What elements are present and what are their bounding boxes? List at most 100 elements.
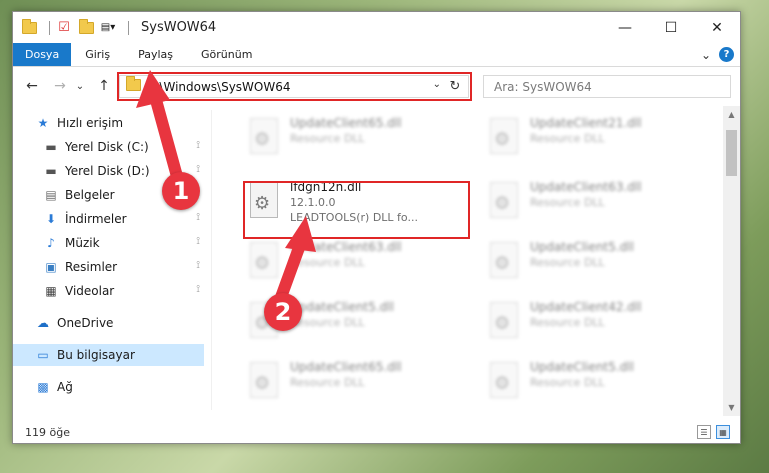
maximize-button[interactable]: ☐ bbox=[648, 12, 694, 43]
file-item[interactable]: ⚙ UpdateClient5.dll Resource DLL bbox=[480, 236, 710, 294]
help-icon[interactable]: ? bbox=[719, 47, 734, 62]
step-2-badge: 2 bbox=[264, 293, 302, 331]
file-description: Resource DLL bbox=[530, 196, 605, 209]
file-name: UpdateClient65.dll bbox=[290, 360, 402, 374]
pin-icon[interactable]: ⟟ bbox=[196, 284, 200, 295]
file-name: UpdateClient65.dll bbox=[290, 116, 402, 130]
window-title: SysWOW64 bbox=[141, 20, 217, 35]
quick-access-toolbar: ☑ ▤▾ bbox=[21, 12, 135, 43]
file-description: Resource DLL bbox=[290, 132, 365, 145]
window-controls: — ☐ ✕ bbox=[602, 12, 740, 43]
toolbar-divider bbox=[128, 20, 129, 35]
tab-file[interactable]: Dosya bbox=[13, 43, 72, 66]
file-text: UpdateClient63.dll Resource DLL bbox=[530, 180, 642, 234]
tab-home[interactable]: Giriş bbox=[71, 43, 124, 66]
scroll-up-icon[interactable]: ▲ bbox=[723, 106, 740, 123]
sidebar-item[interactable]: ★ Hızlı erişim bbox=[13, 112, 204, 134]
file-item[interactable]: ⚙ UpdateClient63.dll Resource DLL bbox=[240, 236, 470, 294]
scroll-down-icon[interactable]: ▼ bbox=[723, 399, 740, 416]
file-text: UpdateClient21.dll Resource DLL bbox=[530, 116, 642, 170]
sidebar-item[interactable]: ▩ Ağ bbox=[13, 376, 204, 398]
address-highlight-box bbox=[117, 72, 472, 101]
tab-view[interactable]: Görünüm bbox=[187, 43, 266, 66]
sidebar-item-label: Yerel Disk (D:) bbox=[65, 164, 150, 178]
gear-icon: ⚙ bbox=[254, 129, 271, 150]
pin-icon[interactable]: ⟟ bbox=[196, 140, 200, 151]
gear-icon: ⚙ bbox=[254, 253, 271, 274]
scroll-thumb[interactable] bbox=[726, 130, 737, 176]
expand-ribbon-icon[interactable]: ⌄ bbox=[701, 48, 711, 62]
pin-icon[interactable]: ⟟ bbox=[196, 164, 200, 175]
close-button[interactable]: ✕ bbox=[694, 12, 740, 43]
documents-icon: ▤ bbox=[45, 188, 57, 202]
properties-check-icon[interactable]: ☑ bbox=[56, 20, 72, 36]
file-name: UpdateClient5.dll bbox=[530, 360, 634, 374]
minimize-button[interactable]: — bbox=[602, 12, 648, 43]
ribbon-right-controls: ⌄ ? bbox=[701, 43, 740, 66]
drive-icon: ▬ bbox=[45, 164, 57, 178]
gear-icon: ⚙ bbox=[494, 253, 511, 274]
file-description: Resource DLL bbox=[290, 256, 365, 269]
sidebar-item[interactable]: ▬ Yerel Disk (C:) ⟟ bbox=[13, 136, 204, 158]
file-highlight-box bbox=[243, 181, 470, 239]
cloud-icon: ☁ bbox=[37, 316, 49, 330]
recent-locations-chevron-icon[interactable]: ⌄ bbox=[73, 75, 87, 97]
drive-icon: ▬ bbox=[45, 140, 57, 154]
folder-icon[interactable] bbox=[21, 18, 37, 36]
sidebar-item-label: Resimler bbox=[65, 260, 118, 274]
up-button[interactable]: ↑ bbox=[93, 75, 115, 97]
dll-file-icon: ⚙ bbox=[486, 362, 522, 406]
file-text: UpdateClient5.dll Resource DLL bbox=[530, 240, 634, 294]
customize-toolbar-icon[interactable]: ▤▾ bbox=[100, 20, 116, 36]
vertical-scrollbar[interactable]: ▲ ▼ bbox=[723, 106, 740, 416]
sidebar-item-label: Videolar bbox=[65, 284, 115, 298]
file-item[interactable]: ⚙ UpdateClient42.dll Resource DLL bbox=[480, 296, 710, 354]
pin-icon[interactable]: ⟟ bbox=[196, 212, 200, 223]
file-item[interactable]: ⚙ UpdateClient5.dll Resource DLL bbox=[480, 356, 710, 414]
sidebar-item[interactable]: ⬇ İndirmeler ⟟ bbox=[13, 208, 204, 230]
tiles-view-icon[interactable]: ▦ bbox=[716, 425, 730, 439]
gear-icon: ⚙ bbox=[494, 313, 511, 334]
ribbon-tabs: Dosya Giriş Paylaş Görünüm ⌄ ? bbox=[13, 43, 740, 67]
pin-icon[interactable]: ⟟ bbox=[196, 260, 200, 271]
file-name: UpdateClient21.dll bbox=[530, 116, 642, 130]
file-item[interactable]: ⚙ UpdateClient63.dll Resource DLL bbox=[480, 176, 710, 234]
view-switcher: ☰ ▦ bbox=[697, 425, 730, 439]
dll-file-icon: ⚙ bbox=[486, 182, 522, 226]
file-text: UpdateClient5.dll Resource DLL bbox=[530, 360, 634, 414]
search-input[interactable]: Ara: SysWOW64 bbox=[483, 75, 731, 98]
dll-file-icon: ⚙ bbox=[486, 242, 522, 286]
gear-icon: ⚙ bbox=[494, 193, 511, 214]
file-text: UpdateClient65.dll Resource DLL bbox=[290, 360, 402, 414]
pane-divider[interactable] bbox=[211, 110, 212, 410]
file-name: UpdateClient5.dll bbox=[290, 300, 394, 314]
dll-file-icon: ⚙ bbox=[486, 302, 522, 346]
network-icon: ▩ bbox=[37, 380, 49, 394]
new-folder-icon[interactable] bbox=[78, 18, 94, 36]
sidebar-item[interactable]: ♪ Müzik ⟟ bbox=[13, 232, 204, 254]
back-button[interactable]: ← bbox=[21, 75, 43, 97]
details-view-icon[interactable]: ☰ bbox=[697, 425, 711, 439]
file-item[interactable]: ⚙ UpdateClient65.dll Resource DLL bbox=[240, 112, 470, 170]
file-list: ⚙ UpdateClient65.dll Resource DLL ⚙ UpdateCl… bbox=[218, 106, 723, 416]
pin-icon[interactable]: ⟟ bbox=[196, 236, 200, 247]
sidebar-item[interactable]: ▭ Bu bilgisayar bbox=[13, 344, 204, 366]
pictures-icon: ▣ bbox=[45, 260, 57, 274]
file-name: UpdateClient63.dll bbox=[530, 180, 642, 194]
file-name: UpdateClient5.dll bbox=[530, 240, 634, 254]
file-description: Resource DLL bbox=[530, 256, 605, 269]
sidebar-item[interactable]: ☁ OneDrive bbox=[13, 312, 204, 334]
step-1-badge: 1 bbox=[162, 172, 200, 210]
computer-icon: ▭ bbox=[37, 348, 49, 362]
sidebar-item[interactable]: ▦ Videolar ⟟ bbox=[13, 280, 204, 302]
dll-file-icon: ⚙ bbox=[486, 118, 522, 162]
file-item[interactable]: ⚙ UpdateClient65.dll Resource DLL bbox=[240, 356, 470, 414]
tab-share[interactable]: Paylaş bbox=[124, 43, 187, 66]
sidebar-item[interactable]: ▣ Resimler ⟟ bbox=[13, 256, 204, 278]
dll-file-icon: ⚙ bbox=[246, 242, 282, 286]
forward-button[interactable]: → bbox=[49, 75, 71, 97]
sidebar-item-label: OneDrive bbox=[57, 316, 114, 330]
file-item[interactable]: ⚙ UpdateClient21.dll Resource DLL bbox=[480, 112, 710, 170]
file-description: Resource DLL bbox=[290, 376, 365, 389]
gear-icon: ⚙ bbox=[494, 129, 511, 150]
